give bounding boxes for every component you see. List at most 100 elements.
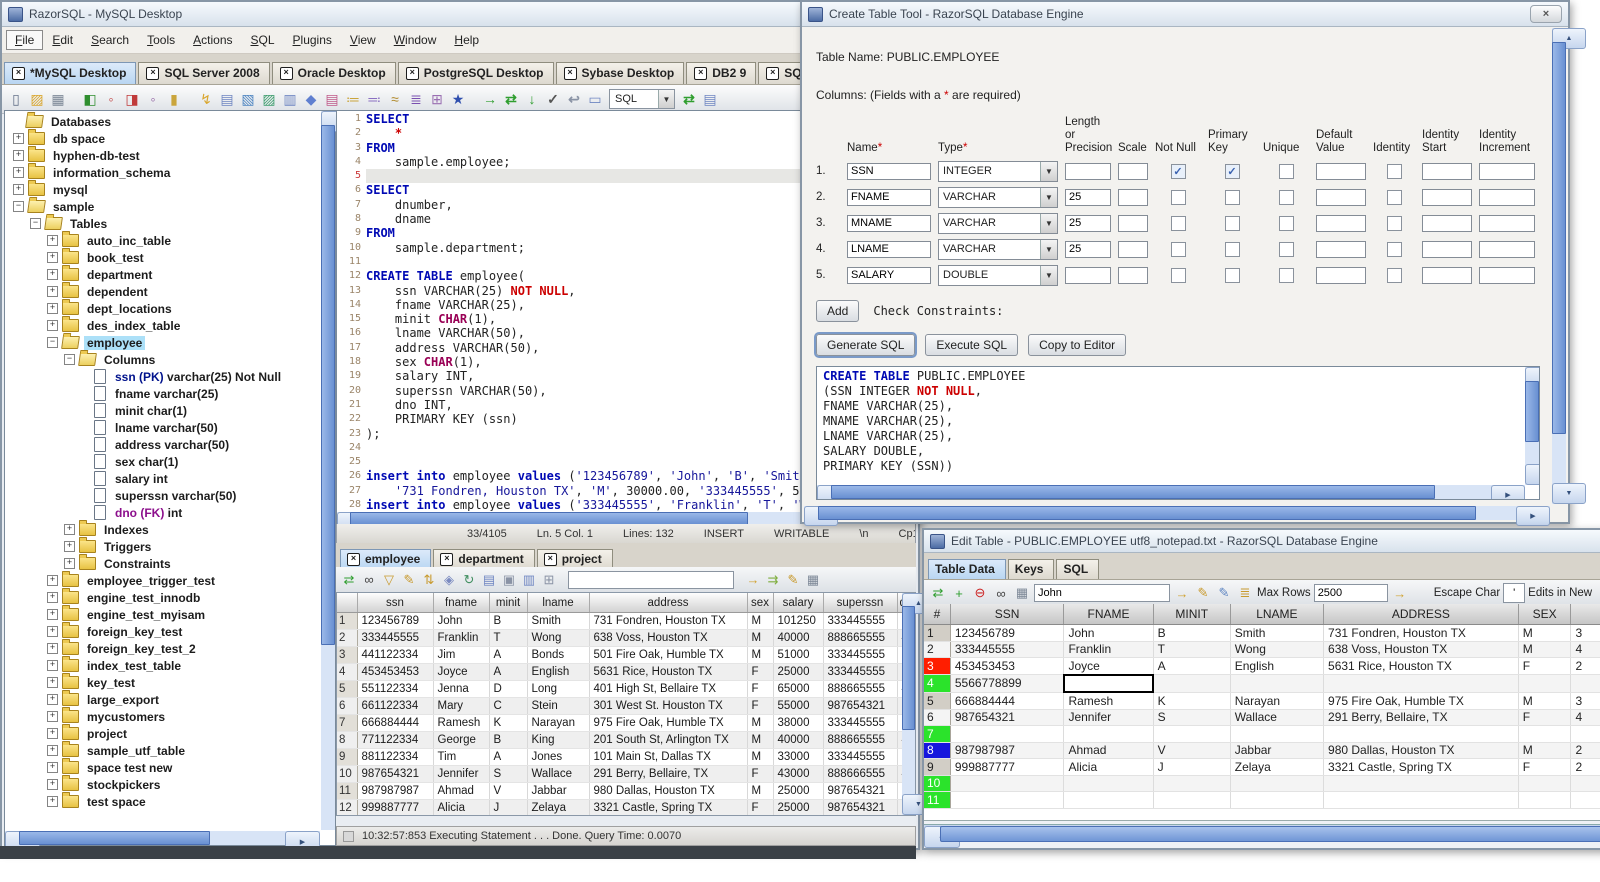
table-cell[interactable]: English	[1230, 657, 1325, 675]
scroll-right-icon[interactable]: ▶	[1516, 506, 1550, 526]
edit-column-header-clipped[interactable]	[1570, 604, 1600, 625]
table-cell[interactable]	[1063, 725, 1154, 743]
table-cell[interactable]: 333445555	[823, 714, 898, 732]
table-cell[interactable]: Joyce	[433, 663, 490, 681]
table-cell[interactable]: 301 West St. Houston TX	[589, 697, 748, 715]
table-cell[interactable]: V	[1153, 742, 1231, 759]
tree-item-db-space[interactable]: + db space	[5, 129, 320, 147]
tree-expander-icon[interactable]: +	[47, 728, 58, 739]
column-name-input[interactable]	[847, 266, 931, 284]
identity-start-input[interactable]	[1422, 266, 1472, 284]
table-row[interactable]: 3 453453453 Joyce A English 5631 Rice, Housto…	[924, 657, 1600, 675]
table-cell[interactable]: 123456789	[950, 624, 1065, 642]
unique-checkbox[interactable]	[1278, 189, 1294, 205]
column-length-input[interactable]	[1065, 214, 1111, 232]
search-go-icon[interactable]: →	[1173, 584, 1191, 602]
tree-item-superssn-varchar-50[interactable]: superssn varchar(50)	[5, 487, 320, 504]
table-cell[interactable]: 888665555	[823, 731, 898, 749]
column-type-select[interactable]: DOUBLE ▼	[938, 264, 1058, 286]
table-cell[interactable]: Wallace	[527, 765, 590, 783]
primary-key-checkbox[interactable]: ✓	[1224, 163, 1240, 179]
execute-sql-icon[interactable]: →	[480, 89, 500, 109]
table-cell[interactable]: M	[747, 782, 774, 800]
table-cell[interactable]: 25000	[773, 663, 824, 681]
fetch-more-icon[interactable]: ↓	[522, 89, 542, 109]
edit-column-header-minit[interactable]: MINIT	[1153, 604, 1231, 625]
table-cell[interactable]: F	[1518, 657, 1572, 675]
table-cell[interactable]: 987654321	[357, 765, 434, 783]
row-number[interactable]: 4	[924, 674, 951, 693]
table-cell[interactable]: M	[747, 714, 774, 732]
table-cell[interactable]: 5631 Rice, Houston TX	[589, 663, 748, 681]
sql-horizontal-scrollbar[interactable]: ◀ ▶	[817, 484, 1525, 499]
tree-expander-icon[interactable]: +	[47, 235, 58, 246]
table-cell[interactable]	[1063, 791, 1154, 809]
table-cell[interactable]: F	[747, 663, 774, 681]
table-cell[interactable]	[1153, 791, 1231, 809]
table-cell[interactable]: T	[1153, 641, 1231, 658]
column-scale-input[interactable]	[1118, 162, 1148, 180]
table-cell[interactable]: Zelaya	[1230, 758, 1325, 776]
table-cell[interactable]: 2	[1570, 657, 1600, 675]
table-cell[interactable]: 975 Fire Oak, Humble TX	[589, 714, 748, 732]
filter-results-icon[interactable]: ▽	[380, 571, 398, 589]
table-cell[interactable]	[1518, 674, 1572, 693]
table-cell[interactable]: 666884444	[357, 714, 434, 732]
row-number[interactable]: 11	[924, 791, 951, 809]
generate-ddl-icon[interactable]: ▨	[259, 89, 279, 109]
not-null-checkbox[interactable]	[1170, 215, 1186, 231]
edit-horizontal-scrollbar[interactable]: ◀	[924, 824, 1600, 848]
table-cell[interactable]: Zelaya	[527, 799, 590, 815]
describe-table-icon[interactable]: ▤	[217, 89, 237, 109]
table-cell[interactable]: M	[747, 748, 774, 766]
tree-vertical-scrollbar[interactable]: ▲	[321, 111, 356, 830]
refresh-table-icon[interactable]: ⇄	[929, 584, 947, 602]
add-button[interactable]: Add	[816, 299, 860, 322]
table-cell[interactable]: 731 Fondren, Houston TX	[1323, 624, 1519, 642]
table-cell[interactable]	[1153, 775, 1231, 792]
table-cell[interactable]: 888666555	[823, 765, 898, 783]
generated-sql-box[interactable]: CREATE TABLE PUBLIC.EMPLOYEE (SSN INTEGER…	[816, 365, 1540, 500]
table-cell[interactable]: 333445555	[823, 748, 898, 766]
table-cell[interactable]: 333445555	[357, 629, 434, 647]
results-vertical-scrollbar[interactable]: ▲ ▼	[902, 593, 935, 815]
table-row[interactable]: 2 333445555 Franklin T Wong 638 Voss, Houston…	[337, 629, 902, 647]
primary-key-checkbox[interactable]	[1224, 215, 1240, 231]
column-default-input[interactable]	[1316, 266, 1366, 284]
table-cell[interactable]	[950, 791, 1065, 809]
table-row[interactable]: 1 123456789 John B Smith 731 Fondren, Houston…	[337, 612, 902, 630]
column-type-select[interactable]: INTEGER ▼	[938, 160, 1058, 182]
tree-expander-icon[interactable]: +	[47, 796, 58, 807]
tree-expander-icon[interactable]: +	[47, 575, 58, 586]
tree-item-sample[interactable]: − sample	[5, 198, 320, 215]
identity-start-input[interactable]	[1422, 214, 1472, 232]
column-default-input[interactable]	[1316, 240, 1366, 258]
table-row[interactable]: 8 987987987 Ahmad V Jabbar 980 Dallas, Housto…	[924, 742, 1600, 759]
column-scale-input[interactable]	[1118, 266, 1148, 284]
edit-tab-sql[interactable]: SQL	[1056, 559, 1100, 579]
table-cell[interactable]: Alicia	[1063, 758, 1154, 776]
validate-sql-icon[interactable]: ✓	[543, 89, 563, 109]
search-all-icon[interactable]: ⇉	[764, 571, 782, 589]
tree-item-key-test[interactable]: + key_test	[5, 673, 320, 691]
edit-cell-icon[interactable]: ✎	[1194, 584, 1212, 602]
table-cell[interactable]: Ramesh	[433, 714, 490, 732]
table-cell[interactable]: F	[747, 765, 774, 783]
row-number[interactable]: 10	[924, 775, 951, 792]
table-cell[interactable]: Jim	[433, 646, 490, 664]
tree-expander-icon[interactable]: +	[47, 320, 58, 331]
edit-column-header-ssn[interactable]: SSN	[950, 604, 1065, 625]
identity-checkbox[interactable]	[1386, 267, 1402, 283]
table-cell[interactable]	[1153, 674, 1231, 693]
tree-item-book-test[interactable]: + book_test	[5, 248, 320, 266]
results-column-header-salary[interactable]: salary	[773, 593, 824, 613]
table-row[interactable]: 11 987987987 Ahmad V Jabbar 980 Dallas, Houst…	[337, 782, 902, 800]
tree-item-engine-test-myisam[interactable]: + engine_test_myisam	[5, 605, 320, 623]
table-cell[interactable]: 33000	[773, 748, 824, 766]
table-cell[interactable]: F	[1518, 709, 1572, 726]
menu-sql[interactable]: SQL	[242, 30, 284, 50]
tree-expander-icon[interactable]: +	[47, 252, 58, 263]
tree-item-foreign-key-test-2[interactable]: + foreign_key_test_2	[5, 639, 320, 657]
search-objects-icon[interactable]: ▧	[238, 89, 258, 109]
tree-item-employee-trigger-test[interactable]: + employee_trigger_test	[5, 571, 320, 589]
